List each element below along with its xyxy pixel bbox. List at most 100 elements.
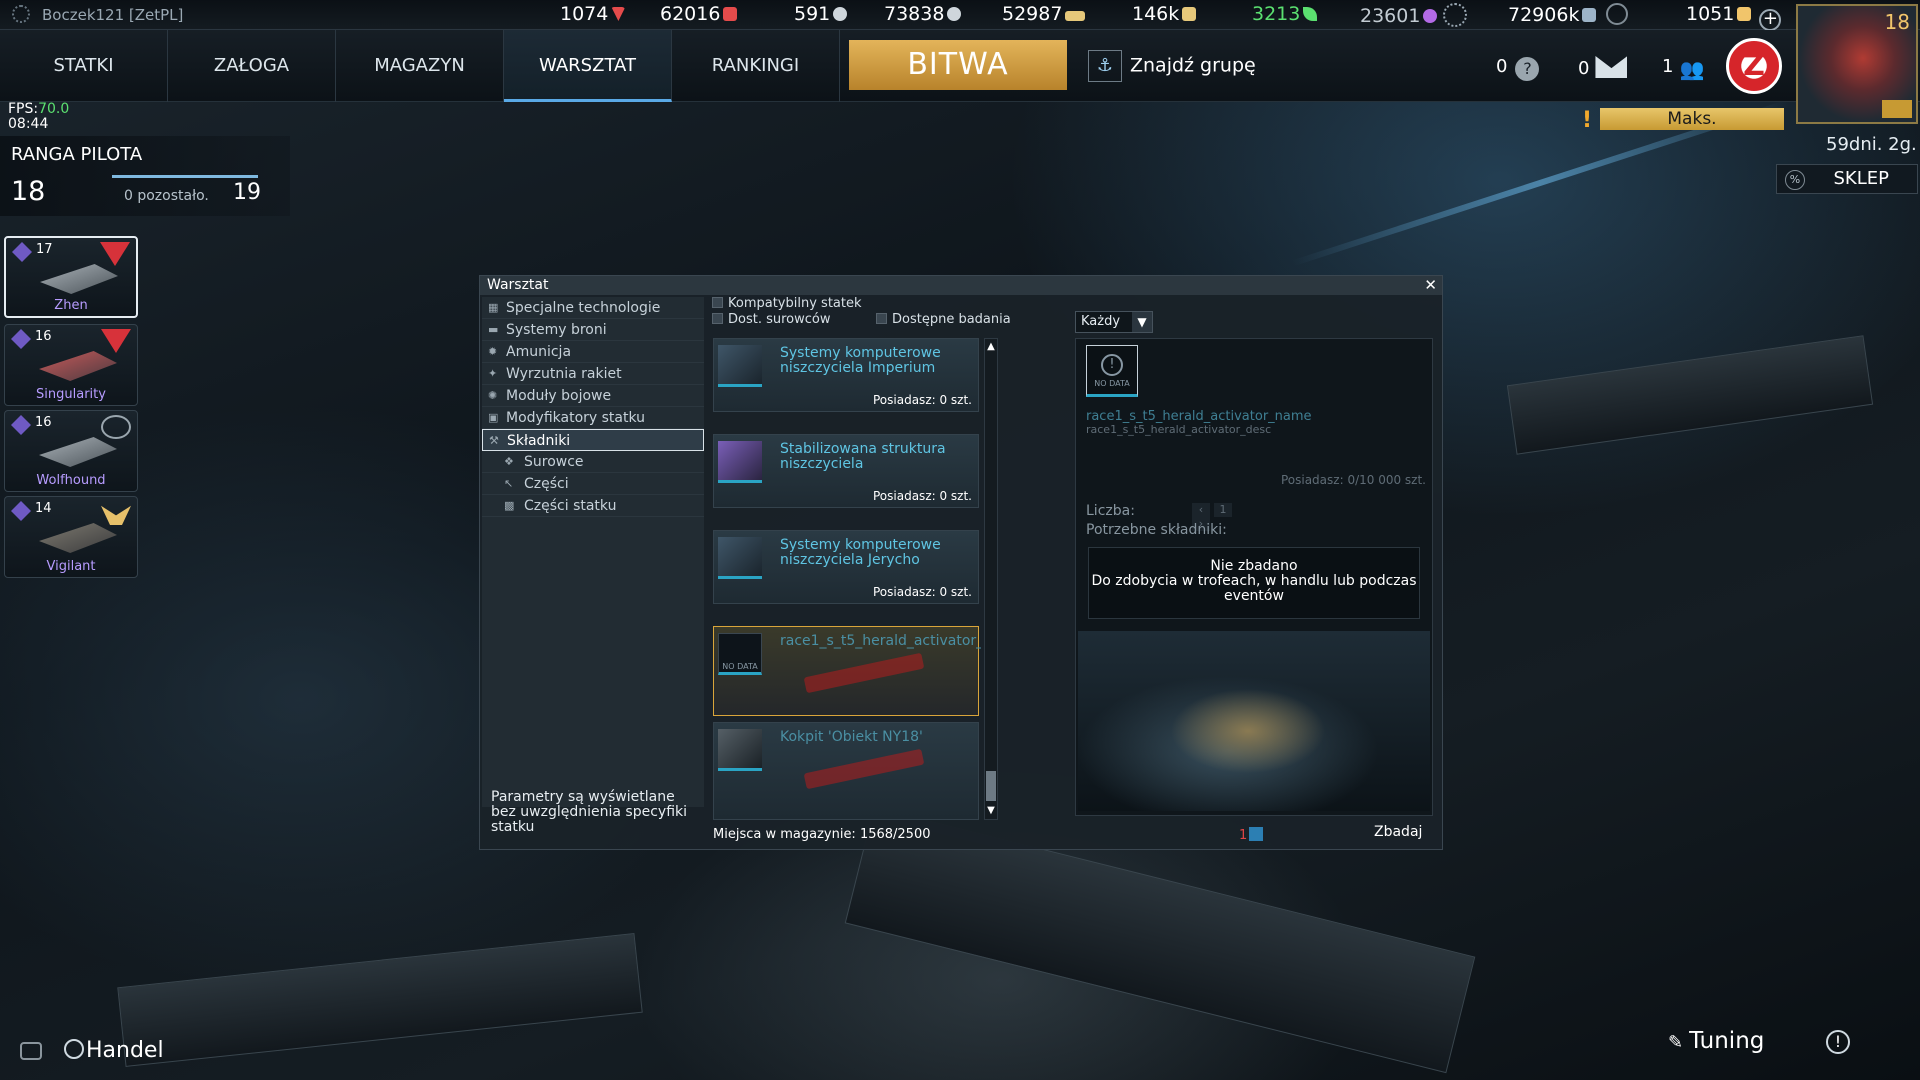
help-counter[interactable]: 0? xyxy=(1496,56,1540,81)
credits-icon xyxy=(1582,8,1597,22)
premium-badge-icon xyxy=(1882,100,1912,118)
leaf-icon xyxy=(1303,7,1318,21)
category-item[interactable]: ✦ Wyrzutnia rakiet xyxy=(482,363,704,385)
checkbox[interactable] xyxy=(712,313,723,324)
tab-statki[interactable]: STATKI xyxy=(0,30,168,102)
ship-image xyxy=(40,264,118,294)
top-bar: Boczek121 [ZetPL] 1074 62016 591 73838 5… xyxy=(0,0,1920,31)
resource-counter[interactable]: 3213 xyxy=(1252,3,1318,25)
category-item[interactable]: ▦ Specjalne technologie xyxy=(482,297,704,319)
rank-progress-bar xyxy=(112,175,258,178)
premium-status[interactable]: Maks. xyxy=(1600,108,1784,130)
research-status: Nie zbadano Do zdobycia w trofeach, w han… xyxy=(1088,547,1420,619)
list-item[interactable]: Systemy komputerowe niszczyciela Jerycho… xyxy=(713,530,979,604)
tab-rankingi[interactable]: RANKINGI xyxy=(672,30,840,102)
storage-capacity: Miejsca w magazynie: 1568/2500 xyxy=(713,827,931,842)
silver-coin-icon xyxy=(833,7,848,21)
category-item[interactable]: ✹ Amunicja xyxy=(482,341,704,363)
tab-warsztat[interactable]: WARSZTAT xyxy=(504,30,672,102)
ship-slot[interactable]: 17 Zhen xyxy=(4,236,138,318)
item-thumbnail xyxy=(718,345,762,387)
close-icon[interactable]: ✕ xyxy=(1424,276,1437,295)
ship-slot[interactable]: 16 Singularity xyxy=(4,324,138,406)
empire-emblem-icon xyxy=(100,242,130,266)
wrench-icon: ✎ xyxy=(1668,1032,1684,1053)
research-button[interactable]: Zbadaj xyxy=(1374,824,1422,840)
pilot-rank-panel[interactable]: RANGA PILOTA 18 0 pozostało. 19 xyxy=(0,136,290,216)
mail-counter[interactable]: 0 xyxy=(1578,56,1628,79)
category-item[interactable]: ▣ Modyfikatory statku xyxy=(482,407,704,429)
list-item[interactable]: Systemy komputerowe niszczyciela Imperiu… xyxy=(713,338,979,412)
shop-button[interactable]: % SKLEP xyxy=(1776,164,1918,194)
add-currency-icon[interactable]: + xyxy=(1759,9,1782,31)
mail-icon xyxy=(1595,56,1628,78)
settings-icon[interactable] xyxy=(12,5,30,23)
resource-counter[interactable]: 23601 xyxy=(1360,3,1468,27)
rocket-icon: ✦ xyxy=(488,367,498,380)
warning-icon: ! xyxy=(1582,108,1593,133)
scroll-up-icon[interactable]: ▲ xyxy=(985,341,997,353)
category-item-selected[interactable]: ⚒ Składniki xyxy=(482,429,704,451)
tab-zaloga[interactable]: ZAŁOGA xyxy=(168,30,336,102)
resource-counter[interactable]: 52987 xyxy=(1002,3,1086,25)
resource-counter[interactable]: 73838 xyxy=(884,3,962,25)
exchange-icon xyxy=(1606,3,1629,25)
resource-counter[interactable]: 62016 xyxy=(660,3,738,25)
rank-title: RANGA PILOTA xyxy=(11,144,143,165)
user-info: Boczek121 [ZetPL] xyxy=(12,5,183,24)
filter-available-resources[interactable]: Dost. surowców xyxy=(712,312,831,327)
subcategory-item[interactable]: ↖ Części xyxy=(482,473,704,495)
tab-magazyn[interactable]: MAGAZYN xyxy=(336,30,504,102)
trade-button[interactable]: Handel xyxy=(64,1038,164,1063)
list-scrollbar[interactable]: ▲ ▼ xyxy=(984,338,998,820)
rank-gem-icon xyxy=(11,415,31,435)
item-name: race1_s_t5_herald_activator_name xyxy=(1086,409,1312,424)
resource-counter[interactable]: 72906k xyxy=(1508,3,1629,26)
scroll-down-icon[interactable]: ▼ xyxy=(985,805,997,817)
pilot-avatar[interactable]: 18 xyxy=(1796,4,1918,124)
alert-icon[interactable]: ! xyxy=(1826,1030,1850,1054)
ship-slot[interactable]: 16 Wolfhound xyxy=(4,410,138,492)
parameters-note: Parametry są wyświetlane bez uwzględnien… xyxy=(491,789,688,835)
ship-slot[interactable]: 14 Vigilant xyxy=(4,496,138,578)
subcategory-item[interactable]: ▩ Części statku xyxy=(482,495,704,517)
rank-gem-icon xyxy=(12,242,32,262)
resource-counter[interactable]: 591 xyxy=(794,3,848,25)
gun-icon: ▬ xyxy=(488,323,499,336)
subcategory-item[interactable]: ❖ Surowce xyxy=(482,451,704,473)
checkbox[interactable] xyxy=(712,297,723,308)
list-item-selected[interactable]: NO DATArace1_s_t5_herald_activator_name xyxy=(713,626,981,716)
resource-counter[interactable]: 1074 xyxy=(560,3,626,25)
warning-circle-icon: ! xyxy=(1101,354,1123,376)
scroll-thumb[interactable] xyxy=(986,771,996,801)
wrench-icon: ⚒ xyxy=(489,434,499,447)
checkbox[interactable] xyxy=(876,313,887,324)
chevron-left-icon[interactable]: ‹ xyxy=(1192,503,1210,517)
item-owned: Posiadasz: 0/10 000 szt. xyxy=(1280,473,1426,487)
filter-available-research[interactable]: Dostępne badania xyxy=(876,312,1011,327)
filter-compatible-ship[interactable]: Kompatybilny statek xyxy=(712,296,862,311)
item-thumbnail xyxy=(718,729,762,771)
item-detail-panel: ! NO DATA race1_s_t5_herald_activator_nam… xyxy=(1075,338,1433,816)
faction-select[interactable]: Każdy ▼ xyxy=(1075,311,1153,333)
gear-icon xyxy=(1443,3,1468,27)
quantity-label: Liczba: xyxy=(1086,503,1135,519)
resource-counter[interactable]: 1051 + xyxy=(1686,3,1782,31)
pilot-level: 18 xyxy=(1884,10,1910,34)
rank-level: 18 xyxy=(11,176,46,207)
quantity-stepper[interactable]: ‹ 1› xyxy=(1190,503,1250,531)
category-item[interactable]: ✺ Moduły bojowe xyxy=(482,385,704,407)
chat-icon[interactable] xyxy=(20,1042,42,1060)
friends-counter[interactable]: 1 👥 xyxy=(1662,56,1709,80)
category-item[interactable]: ▬ Systemy broni xyxy=(482,319,704,341)
resource-counter[interactable]: 146k xyxy=(1132,3,1197,25)
find-group-button[interactable]: ⚓ Znajdź grupę xyxy=(1088,50,1256,82)
tuning-button[interactable]: ✎ Tuning xyxy=(1668,1028,1764,1054)
battle-button[interactable]: BITWA xyxy=(849,40,1067,90)
ship-image xyxy=(39,351,117,381)
jericho-emblem-icon xyxy=(101,505,131,525)
list-item[interactable]: Kokpit 'Obiekt NY18' xyxy=(713,722,979,820)
list-item[interactable]: Stabilizowana struktura niszczyciela Posi… xyxy=(713,434,979,508)
corporation-logo[interactable]: Z xyxy=(1726,38,1782,94)
rank-gem-icon xyxy=(11,501,31,521)
